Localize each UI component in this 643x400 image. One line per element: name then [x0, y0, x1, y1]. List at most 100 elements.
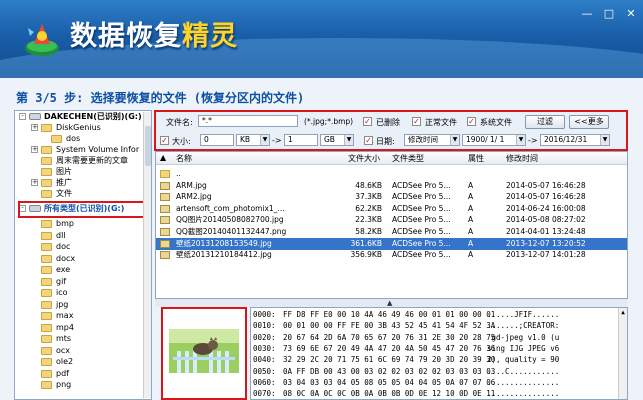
folder-icon: [41, 124, 52, 132]
tree-item-label: ocx: [56, 345, 71, 355]
chevron-down-icon: ▼: [450, 135, 459, 145]
hex-scrollbar[interactable]: ▲: [618, 308, 627, 399]
hex-ascii: ......JFIF......: [487, 310, 560, 319]
close-button[interactable]: ✕: [625, 8, 637, 20]
size-from-unit-select[interactable]: KB ▼: [236, 134, 270, 146]
folder-icon: [41, 289, 52, 297]
date-to-input[interactable]: 2016/12/31 ▼: [540, 134, 610, 146]
filename-label: 文件名:: [166, 118, 193, 127]
app-logo-icon: [25, 24, 59, 56]
size-from-input[interactable]: 0: [200, 134, 234, 146]
expand-icon[interactable]: +: [31, 146, 38, 153]
hex-bytes: 20 67 64 2D 6A 70 65 67 20 76 31 2E 30 2…: [283, 332, 496, 342]
hex-bytes: FF D8 FF E0 00 10 4A 46 49 46 00 01 01 0…: [283, 310, 496, 319]
tree-item-label: doc: [56, 242, 71, 251]
tree-item-label: mp4: [56, 322, 74, 332]
chevron-down-icon: ▼: [344, 135, 353, 145]
normal-files-label: 正常文件: [425, 118, 457, 127]
tree-item-label: pdf: [56, 368, 69, 378]
folder-icon: [41, 190, 52, 198]
filename-input[interactable]: *.*: [198, 115, 298, 127]
system-files-checkbox[interactable]: ✓: [467, 117, 476, 126]
file-row[interactable]: 壁纸20131208153549.jpg 361.6KB ACDSee Pro 5.…: [156, 237, 627, 250]
folder-icon: [41, 266, 52, 274]
file-name: QQ图片20140508082700.jpg: [176, 215, 284, 225]
file-type: ACDSee Pro 5...: [392, 250, 451, 260]
file-name: ARM.jpg: [176, 180, 207, 190]
hex-offset: 0010:: [253, 321, 276, 331]
folder-icon: [41, 323, 52, 332]
pane-splitter[interactable]: ▲: [155, 299, 628, 307]
deleted-checkbox[interactable]: ✓: [363, 117, 372, 126]
file-row[interactable]: artensoft_com_photomix1_... 62.2KB ACDSee …: [156, 203, 627, 215]
column-header-mtime[interactable]: 修改时间: [506, 153, 538, 164]
folder-icon: [51, 135, 62, 143]
column-header-type[interactable]: 文件类型: [392, 153, 424, 164]
folder-icon: [41, 277, 52, 286]
file-attr: A: [468, 180, 474, 190]
filter-button[interactable]: 过滤: [525, 115, 565, 129]
more-button[interactable]: <<更多: [569, 115, 609, 129]
file-attr: A: [468, 192, 474, 202]
folder-icon: [41, 220, 52, 228]
file-attr: A: [468, 215, 474, 225]
file-row[interactable]: ARM2.jpg 37.3KB ACDSee Pro 5... A 2014-05-07…: [156, 191, 627, 203]
hex-bytes: 73 69 6E 67 20 49 4A 47 20 4A 50 45 47 2…: [283, 343, 496, 353]
date-from-input[interactable]: 1900/ 1/ 1 ▼: [462, 134, 526, 146]
drive-icon: [29, 113, 41, 120]
hex-viewer[interactable]: 0070: 08 0C 0A 0C 0C 0B 0A 0B 0B 0D 0E 12…: [250, 307, 628, 400]
image-file-icon: [160, 239, 170, 248]
tree-item-label: max: [56, 311, 74, 320]
date-type-select[interactable]: 修改时间 ▼: [404, 134, 460, 146]
file-row[interactable]: QQ截图20140401132447.png 58.2KB ACDSee Pro 5…: [156, 226, 627, 238]
expand-icon[interactable]: +: [31, 124, 38, 131]
size-to-input[interactable]: 1: [284, 134, 318, 146]
file-row[interactable]: QQ图片20140508082700.jpg 22.3KB ACDSee Pro 5…: [156, 214, 627, 226]
tree-scrollbar-thumb[interactable]: [145, 126, 151, 166]
tree-item-label: gif: [56, 276, 67, 286]
hex-bytes: 08 0C 0A 0C 0C 0B 0A 0B 0B 0D 0E 12 10 0…: [283, 389, 496, 399]
column-header-attr[interactable]: 属性: [468, 153, 484, 164]
normal-files-checkbox[interactable]: ✓: [412, 117, 421, 126]
title-bar: 数据恢复精灵 — □ ✕: [0, 0, 643, 78]
file-list[interactable]: ▲ 名称 文件大小 文件类型 属性 修改时间 .. ARM.jpg 48.6KB AC…: [155, 151, 628, 299]
date-from-value: 1900/ 1/ 1: [466, 135, 505, 144]
tree-item-label: jpg: [56, 299, 69, 309]
file-size: 22.3KB: [355, 215, 382, 225]
directory-tree[interactable]: - DAKECHEN(已识别)(G:) + DiskGenius dos + System …: [14, 110, 152, 400]
chevron-down-icon: ▼: [516, 135, 525, 145]
hex-ascii: .......;CREATOR:: [487, 321, 560, 331]
file-size: 37.3KB: [355, 192, 382, 202]
filter-panel: 文件名: *.* (*.jpg;*.bmp) ✓ 已删除 ✓ 正常文件 ✓ 系统…: [154, 110, 628, 151]
sort-icon[interactable]: ▲: [160, 153, 166, 162]
tree-scrollbar[interactable]: [143, 112, 151, 398]
expand-icon[interactable]: +: [31, 179, 38, 186]
date-arrow: ->: [528, 136, 538, 145]
tree-item-label: docx: [56, 253, 76, 263]
maximize-button[interactable]: □: [603, 8, 615, 20]
minimize-button[interactable]: —: [581, 8, 593, 20]
column-header-name[interactable]: 名称: [176, 153, 192, 164]
folder-icon: [41, 157, 52, 165]
tree-item-label: bmp: [56, 219, 74, 228]
scroll-up-icon[interactable]: ▲: [619, 308, 627, 317]
file-row[interactable]: ..: [156, 168, 627, 180]
column-header-size[interactable]: 文件大小: [348, 153, 380, 164]
file-mtime: 2014-05-07 16:46:28: [506, 180, 586, 190]
file-row[interactable]: ARM.jpg 48.6KB ACDSee Pro 5... A 2014-05-07 …: [156, 180, 627, 192]
file-name: artensoft_com_photomix1_...: [176, 203, 285, 213]
image-file-icon: [160, 204, 170, 213]
file-type: ACDSee Pro 5...: [392, 180, 451, 190]
size-to-unit-select[interactable]: GB ▼: [320, 134, 354, 146]
folder-icon: [41, 346, 52, 355]
file-size: 62.2KB: [355, 203, 382, 213]
file-size: 361.6KB: [350, 238, 382, 248]
file-mtime: 2014-04-01 13:24:48: [506, 227, 586, 236]
date-checkbox[interactable]: ✓: [364, 136, 373, 145]
collapse-icon[interactable]: -: [19, 113, 26, 120]
file-attr: A: [468, 227, 474, 236]
size-checkbox[interactable]: ✓: [160, 136, 169, 145]
date-label: 日期:: [376, 137, 395, 146]
file-row[interactable]: 壁纸20131210184412.jpg 356.9KB ACDSee Pro 5.…: [156, 249, 627, 261]
hex-offset: 0060:: [253, 377, 276, 387]
